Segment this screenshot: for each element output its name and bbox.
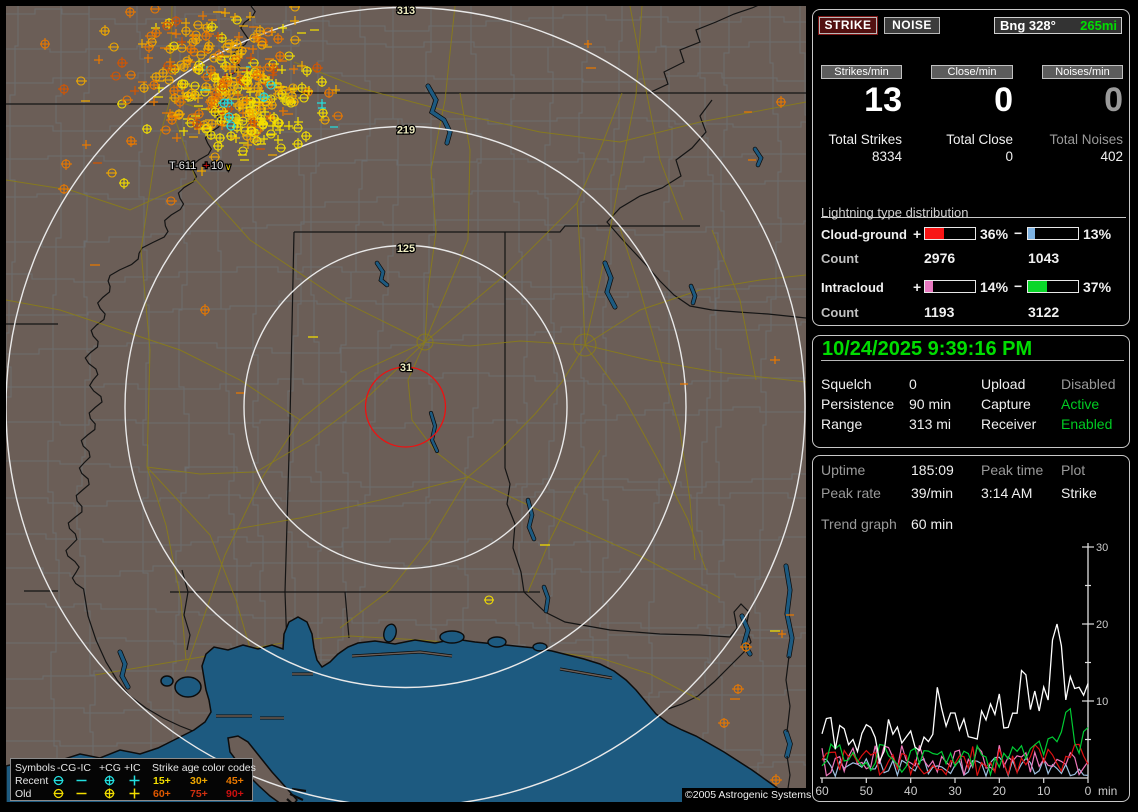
svg-text:30: 30 [1096, 542, 1108, 554]
svg-text:min: min [1098, 784, 1117, 798]
svg-text:50: 50 [860, 784, 874, 798]
svg-text:30: 30 [948, 784, 962, 798]
svg-text:60: 60 [815, 784, 829, 798]
svg-text:20: 20 [993, 784, 1007, 798]
svg-text:20: 20 [1096, 619, 1108, 631]
svg-text:∨: ∨ [225, 162, 232, 172]
svg-text:10: 10 [211, 160, 223, 172]
svg-text:0: 0 [1085, 784, 1092, 798]
svg-text:+: + [203, 160, 209, 172]
svg-text:31: 31 [400, 362, 412, 374]
svg-text:10: 10 [1037, 784, 1051, 798]
svg-text:T-611: T-611 [169, 160, 196, 172]
svg-text:10: 10 [1096, 696, 1108, 708]
svg-text:219: 219 [397, 125, 415, 137]
svg-text:125: 125 [397, 243, 415, 255]
svg-text:313: 313 [397, 6, 415, 17]
svg-text:40: 40 [904, 784, 918, 798]
